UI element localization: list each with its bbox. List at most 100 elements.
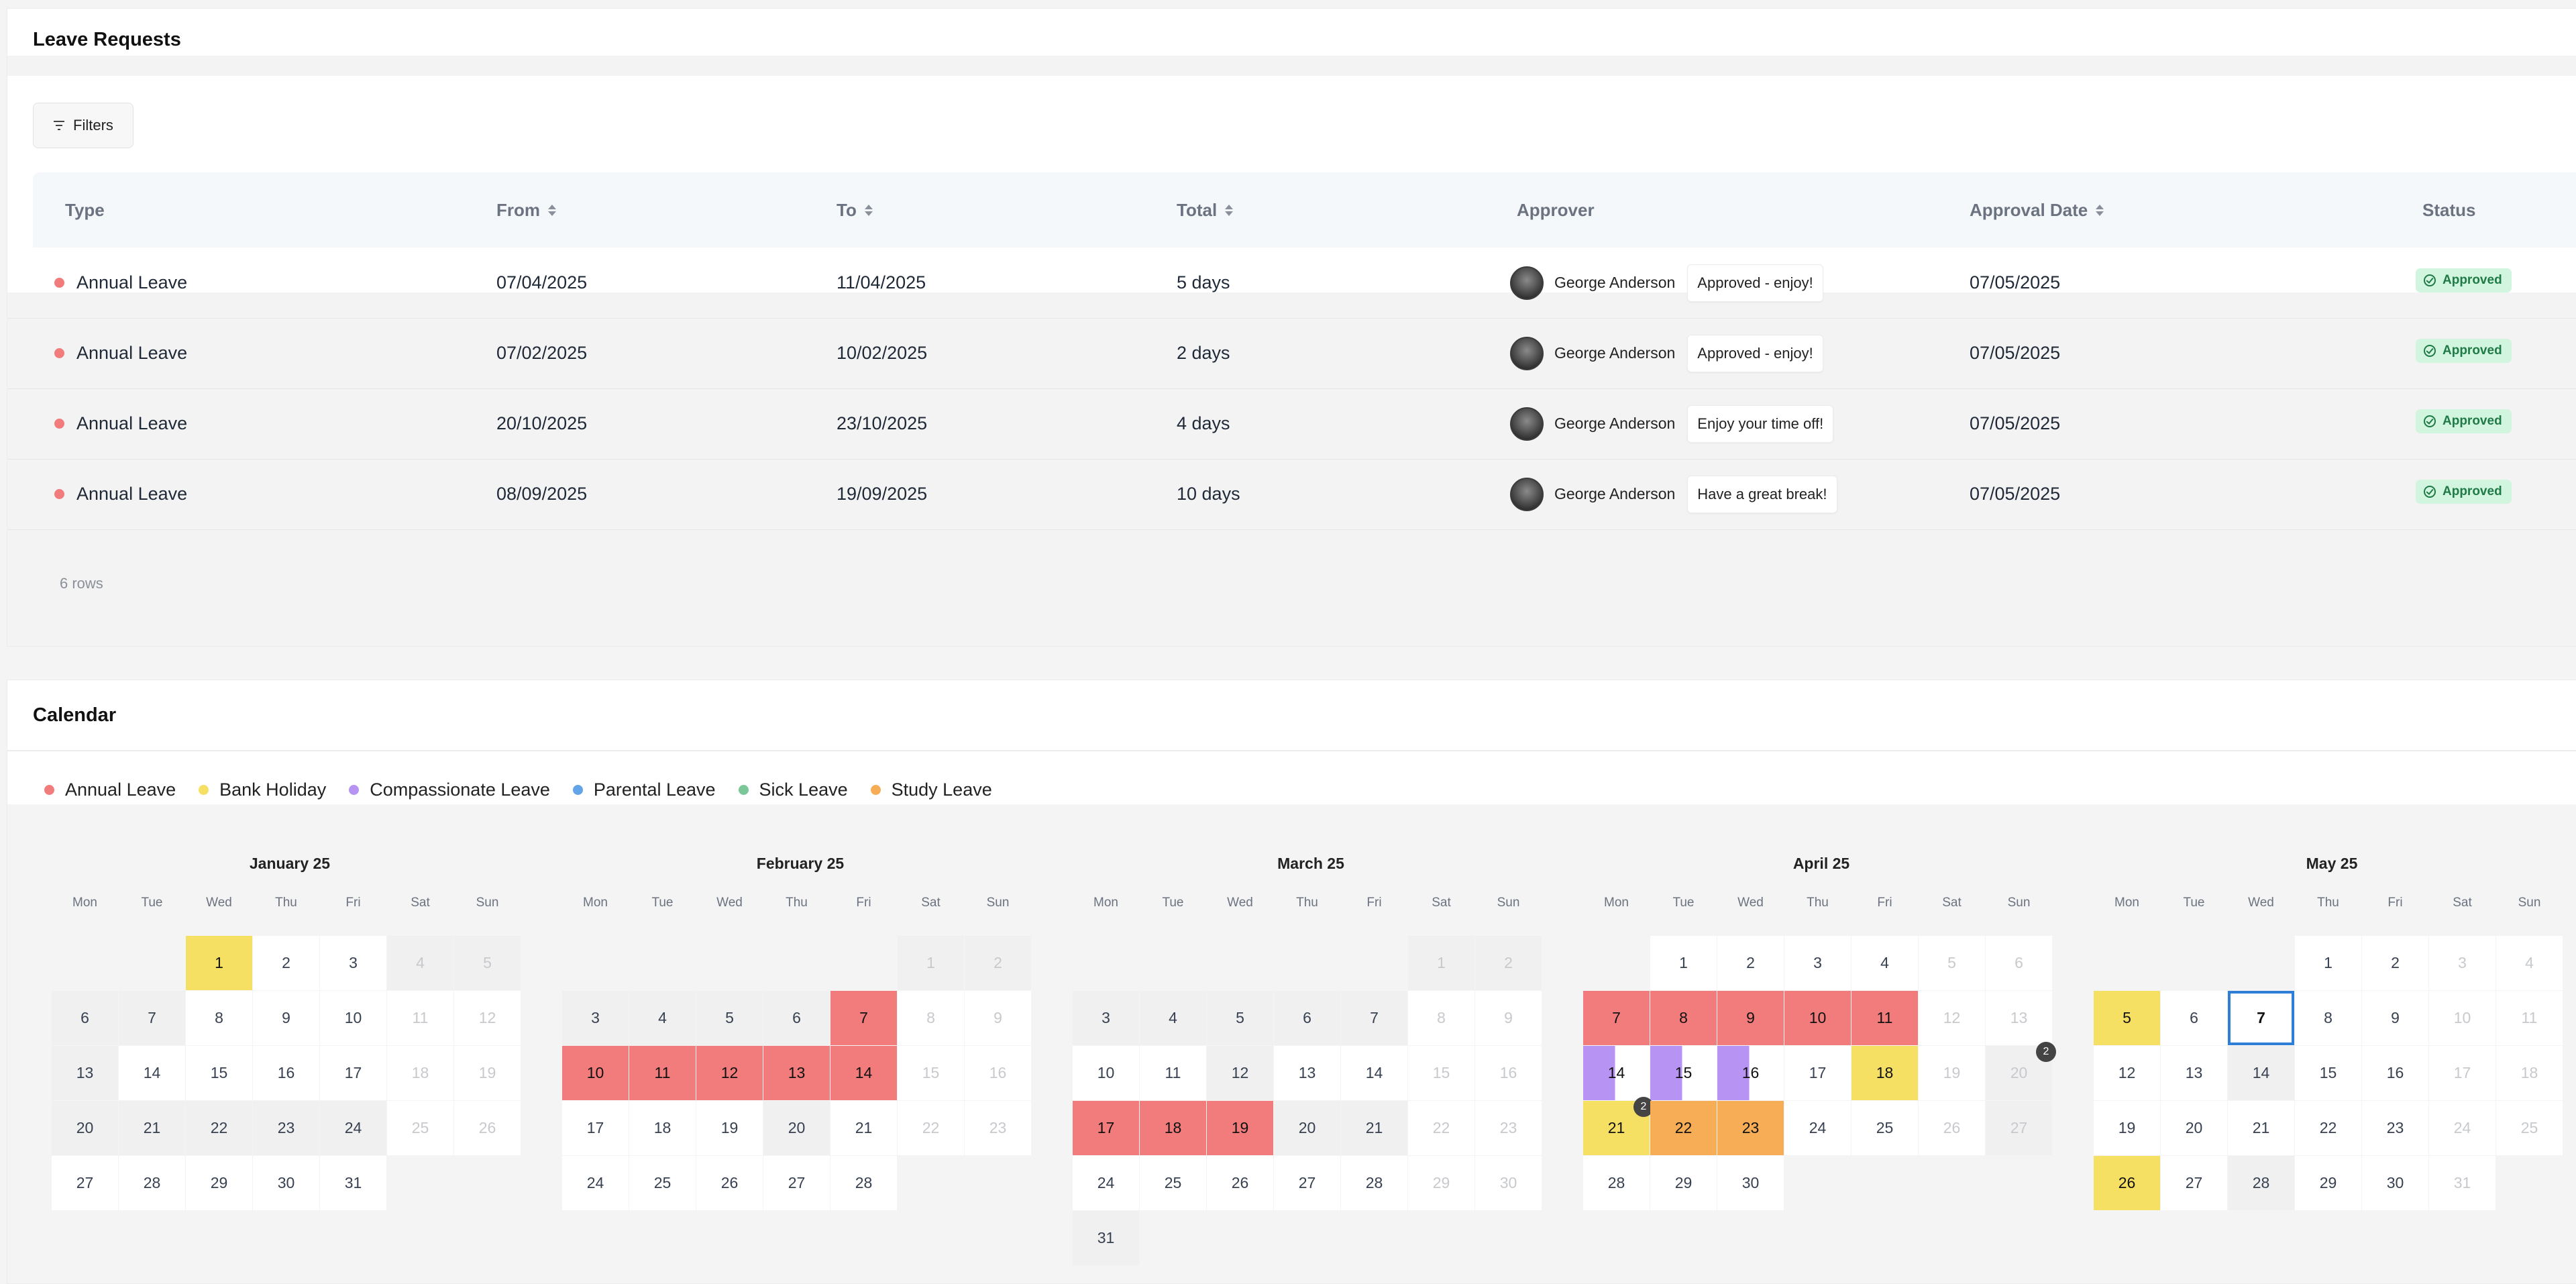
calendar-day[interactable]: 17 bbox=[2429, 1046, 2496, 1100]
calendar-day[interactable]: 30 bbox=[1475, 1156, 1542, 1210]
calendar-day[interactable]: 26 bbox=[1919, 1101, 1985, 1155]
calendar-day[interactable]: 30 bbox=[1717, 1156, 1784, 1210]
calendar-day[interactable]: 2 bbox=[1475, 936, 1542, 990]
calendar-day[interactable]: 21 bbox=[830, 1101, 897, 1155]
calendar-day[interactable]: 27 bbox=[1986, 1101, 2052, 1155]
calendar-day[interactable]: 21 bbox=[119, 1101, 185, 1155]
calendar-day[interactable]: 10 bbox=[320, 991, 386, 1045]
table-row[interactable]: Annual Leave 07/02/2025 10/02/2025 2 days Ge… bbox=[7, 318, 2576, 389]
calendar-day[interactable]: 11 bbox=[387, 991, 453, 1045]
calendar-day[interactable]: 24 bbox=[562, 1156, 629, 1210]
calendar-day[interactable]: 7 bbox=[830, 991, 897, 1045]
calendar-day[interactable]: 7 bbox=[1341, 991, 1407, 1045]
calendar-day[interactable]: 10 bbox=[1784, 991, 1851, 1045]
calendar-day[interactable]: 9 bbox=[1475, 991, 1542, 1045]
calendar-day[interactable]: 27 bbox=[52, 1156, 118, 1210]
calendar-day[interactable]: 22 bbox=[898, 1101, 964, 1155]
calendar-day[interactable]: 9 bbox=[253, 991, 319, 1045]
calendar-day[interactable]: 31 bbox=[1073, 1211, 1139, 1265]
calendar-day[interactable]: 23 bbox=[965, 1101, 1031, 1155]
calendar-day[interactable]: 26 bbox=[696, 1156, 763, 1210]
calendar-day[interactable]: 3 bbox=[1784, 936, 1851, 990]
calendar-day[interactable]: 1 bbox=[2295, 936, 2361, 990]
calendar-day[interactable]: 17 bbox=[1073, 1101, 1139, 1155]
calendar-day[interactable]: 12 bbox=[1919, 991, 1985, 1045]
calendar-day[interactable]: 7 bbox=[1583, 991, 1650, 1045]
calendar-day[interactable]: 13 bbox=[1274, 1046, 1340, 1100]
calendar-day[interactable]: 24 bbox=[1073, 1156, 1139, 1210]
calendar-day[interactable]: 22 bbox=[1650, 1101, 1717, 1155]
calendar-day[interactable]: 19 bbox=[696, 1101, 763, 1155]
calendar-day[interactable]: 30 bbox=[2362, 1156, 2428, 1210]
calendar-day[interactable]: 8 bbox=[2295, 991, 2361, 1045]
column-header-to[interactable]: To bbox=[837, 172, 873, 248]
calendar-day[interactable]: 1 bbox=[186, 936, 252, 990]
table-row[interactable]: Annual Leave 20/10/2025 23/10/2025 4 days Ge… bbox=[7, 388, 2576, 460]
calendar-day[interactable]: 29 bbox=[2295, 1156, 2361, 1210]
calendar-day[interactable]: 3 bbox=[320, 936, 386, 990]
calendar-day[interactable]: 11 bbox=[1140, 1046, 1206, 1100]
calendar-day[interactable]: 15 bbox=[2295, 1046, 2361, 1100]
calendar-day[interactable]: 19 bbox=[2094, 1101, 2160, 1155]
calendar-day[interactable]: 31 bbox=[320, 1156, 386, 1210]
calendar-day[interactable]: 2 bbox=[2362, 936, 2428, 990]
calendar-day[interactable]: 20 bbox=[763, 1101, 830, 1155]
calendar-day[interactable]: 19 bbox=[1919, 1046, 1985, 1100]
calendar-day[interactable]: 23 bbox=[2362, 1101, 2428, 1155]
calendar-day[interactable]: 21 bbox=[1341, 1101, 1407, 1155]
calendar-day[interactable]: 25 bbox=[2496, 1101, 2563, 1155]
calendar-day[interactable]: 14 bbox=[119, 1046, 185, 1100]
calendar-day[interactable]: 26 bbox=[1207, 1156, 1273, 1210]
calendar-day[interactable]: 10 bbox=[562, 1046, 629, 1100]
calendar-day[interactable]: 4 bbox=[629, 991, 696, 1045]
calendar-day[interactable]: 23 bbox=[1475, 1101, 1542, 1155]
calendar-day[interactable]: 29 bbox=[186, 1156, 252, 1210]
calendar-day[interactable]: 9 bbox=[2362, 991, 2428, 1045]
calendar-day[interactable]: 29 bbox=[1408, 1156, 1474, 1210]
calendar-day[interactable]: 6 bbox=[1986, 936, 2052, 990]
calendar-day[interactable]: 27 bbox=[2161, 1156, 2227, 1210]
calendar-day[interactable]: 19 bbox=[454, 1046, 521, 1100]
calendar-day[interactable]: 7 bbox=[119, 991, 185, 1045]
calendar-day[interactable]: 11 bbox=[2496, 991, 2563, 1045]
table-row[interactable]: Annual Leave 08/09/2025 19/09/2025 10 days G… bbox=[7, 459, 2576, 530]
calendar-day[interactable]: 26 bbox=[454, 1101, 521, 1155]
calendar-day[interactable]: 27 bbox=[1274, 1156, 1340, 1210]
calendar-day[interactable]: 18 bbox=[2496, 1046, 2563, 1100]
calendar-day[interactable]: 14 bbox=[1583, 1046, 1650, 1100]
calendar-day[interactable]: 22 bbox=[2295, 1101, 2361, 1155]
calendar-day[interactable]: 8 bbox=[186, 991, 252, 1045]
calendar-day[interactable]: 12 bbox=[696, 1046, 763, 1100]
calendar-day[interactable]: 5 bbox=[696, 991, 763, 1045]
sort-icon[interactable] bbox=[2096, 204, 2104, 216]
calendar-day[interactable]: 12 bbox=[1207, 1046, 1273, 1100]
calendar-day[interactable]: 7 bbox=[2228, 991, 2294, 1045]
calendar-day[interactable]: 25 bbox=[1851, 1101, 1918, 1155]
calendar-day[interactable]: 23 bbox=[1717, 1101, 1784, 1155]
calendar-day[interactable]: 18 bbox=[1851, 1046, 1918, 1100]
calendar-day[interactable]: 28 bbox=[2228, 1156, 2294, 1210]
table-row[interactable]: Annual Leave 07/04/2025 11/04/2025 5 days Ge… bbox=[7, 248, 2576, 319]
calendar-day[interactable]: 25 bbox=[629, 1156, 696, 1210]
calendar-day[interactable]: 21 2 bbox=[1583, 1097, 1654, 1155]
calendar-day[interactable]: 4 bbox=[387, 936, 453, 990]
calendar-day[interactable]: 28 bbox=[1583, 1156, 1650, 1210]
calendar-day[interactable]: 2 bbox=[1717, 936, 1784, 990]
calendar-day[interactable]: 25 bbox=[387, 1101, 453, 1155]
calendar-day[interactable]: 1 bbox=[1408, 936, 1474, 990]
calendar-day[interactable]: 26 bbox=[2094, 1156, 2160, 1210]
calendar-day[interactable]: 23 bbox=[253, 1101, 319, 1155]
calendar-day[interactable]: 29 bbox=[1650, 1156, 1717, 1210]
calendar-day[interactable]: 14 bbox=[1341, 1046, 1407, 1100]
calendar-day[interactable]: 5 bbox=[2094, 991, 2160, 1045]
calendar-day[interactable]: 15 bbox=[1650, 1046, 1717, 1100]
calendar-day[interactable]: 20 bbox=[2161, 1101, 2227, 1155]
calendar-day[interactable]: 22 bbox=[1408, 1101, 1474, 1155]
calendar-day[interactable]: 3 bbox=[2429, 936, 2496, 990]
calendar-day[interactable]: 8 bbox=[898, 991, 964, 1045]
calendar-day[interactable]: 16 bbox=[1475, 1046, 1542, 1100]
calendar-day[interactable]: 15 bbox=[1408, 1046, 1474, 1100]
calendar-day[interactable]: 14 bbox=[830, 1046, 897, 1100]
calendar-day[interactable]: 6 bbox=[52, 991, 118, 1045]
column-header-from[interactable]: From bbox=[496, 172, 556, 248]
